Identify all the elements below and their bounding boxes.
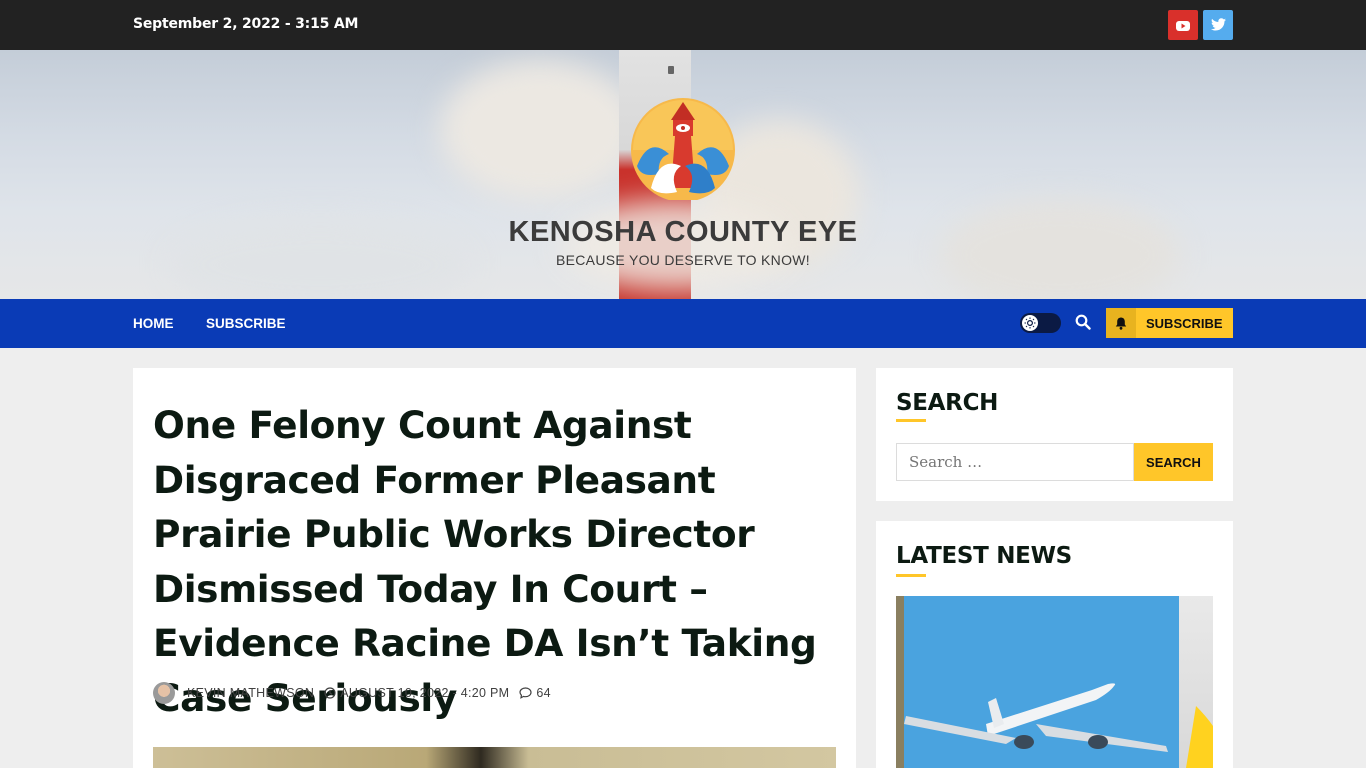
search-input[interactable] — [896, 443, 1134, 481]
comment-count[interactable]: 64 — [536, 686, 551, 700]
nav-item-subscribe[interactable]: SUBSCRIBE — [206, 316, 286, 331]
dark-mode-toggle[interactable] — [1020, 313, 1061, 333]
site-logo[interactable] — [629, 96, 737, 202]
main-navigation: HOME SUBSCRIBE SUBSCRIBE — [0, 299, 1366, 348]
top-bar: September 2, 2022 - 3:15 AM — [0, 0, 1366, 50]
heading-underline — [896, 574, 926, 577]
author-name[interactable]: KEVIN MATHEWSON — [187, 686, 314, 700]
twitter-link[interactable] — [1203, 10, 1233, 40]
comment-icon — [519, 687, 532, 699]
site-tagline: BECAUSE YOU DESERVE TO KNOW! — [556, 252, 810, 268]
article-meta: KEVIN MATHEWSON AUGUST 10, 2022 - 4:20 P… — [153, 682, 551, 704]
search-widget: SEARCH SEARCH — [876, 368, 1233, 501]
header-cloud — [440, 60, 640, 200]
post-date[interactable]: AUGUST 10, 2022 - 4:20 PM — [340, 686, 509, 700]
latest-news-heading: LATEST NEWS — [896, 543, 1072, 569]
article-card: One Felony Count Against Disgraced Forme… — [133, 368, 856, 768]
current-datetime: September 2, 2022 - 3:15 AM — [133, 16, 359, 32]
heading-underline — [896, 419, 926, 422]
article-title[interactable]: One Felony Count Against Disgraced Forme… — [153, 398, 843, 725]
twitter-icon — [1210, 16, 1226, 35]
site-title[interactable]: KENOSHA COUNTY EYE — [0, 216, 1366, 249]
header-cloud — [940, 200, 1180, 299]
search-submit-button[interactable]: SEARCH — [1134, 443, 1213, 481]
search-widget-heading: SEARCH — [896, 390, 999, 416]
tower-window — [668, 66, 674, 74]
bell-icon — [1106, 308, 1136, 338]
sun-icon — [1022, 315, 1038, 331]
search-icon[interactable] — [1075, 314, 1093, 332]
latest-news-widget: LATEST NEWS — [876, 521, 1233, 768]
youtube-link[interactable] — [1168, 10, 1198, 40]
author-avatar[interactable] — [153, 682, 175, 704]
latest-news-image[interactable] — [896, 596, 1213, 768]
article-featured-image — [153, 747, 836, 768]
clock-icon — [324, 687, 336, 699]
subscribe-button[interactable]: SUBSCRIBE — [1106, 308, 1233, 338]
subscribe-button-label: SUBSCRIBE — [1146, 315, 1223, 331]
youtube-icon — [1176, 16, 1190, 35]
nav-item-home[interactable]: HOME — [133, 316, 174, 331]
airplane-icon — [904, 683, 1213, 768]
